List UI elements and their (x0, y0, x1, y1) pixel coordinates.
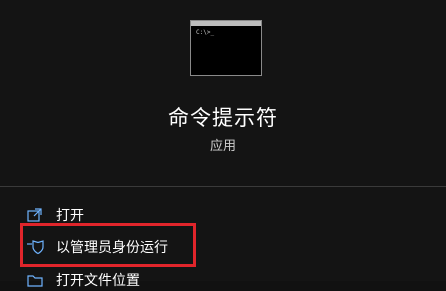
open-action-label: 打开 (56, 208, 84, 224)
section-divider (0, 186, 446, 187)
icon-prompt-text: C:\>_ (196, 29, 215, 36)
open-file-location-label: 打开文件位置 (56, 273, 140, 289)
open-icon (27, 208, 42, 222)
command-prompt-icon: C:\>_ (190, 20, 262, 76)
highlight-box (20, 223, 196, 267)
app-type-label: 应用 (209, 139, 236, 154)
app-title: 命令提示符 (168, 106, 278, 130)
icon-titlebar (191, 21, 261, 26)
folder-location-icon (27, 275, 43, 287)
app-details-panel: C:\>_ 命令提示符 应用 打开 以管理员身份运行 打开文件位置 (0, 0, 446, 289)
open-file-location-action[interactable]: 打开文件位置 (26, 269, 140, 291)
